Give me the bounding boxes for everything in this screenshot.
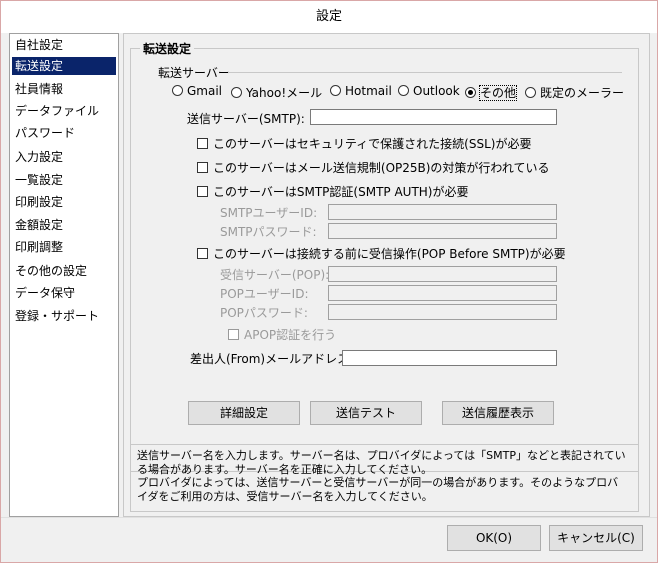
radio-circle-icon xyxy=(398,85,409,96)
radio-yahoo[interactable]: Yahoo!メール xyxy=(231,84,322,101)
cancel-button[interactable]: キャンセル(C) xyxy=(549,525,643,551)
radio-gmail[interactable]: Gmail xyxy=(172,84,222,98)
detail-settings-button[interactable]: 詳細設定 xyxy=(188,401,300,425)
radio-selected-icon xyxy=(465,87,476,98)
apop-checkbox[interactable]: APOP認証を行う xyxy=(228,326,336,343)
help-line: イダをご利用の方は、受信サーバー名を入力してください。 xyxy=(137,489,433,503)
sidebar-item-print-adjust[interactable]: 印刷調整 xyxy=(12,238,116,256)
sidebar-item-registration[interactable]: 登録・サポート xyxy=(12,307,116,325)
radio-circle-icon xyxy=(231,87,242,98)
pop-server-label: 受信サーバー(POP): xyxy=(220,268,330,282)
send-test-button[interactable]: 送信テスト xyxy=(310,401,422,425)
help-line: プロバイダによっては、送信サーバーと受信サーバーが同一の場合があります。そのよう… xyxy=(137,476,619,489)
smtp-auth-checkbox[interactable]: このサーバーはSMTP認証(SMTP AUTH)が必要 xyxy=(197,183,468,200)
smtp-user-input[interactable] xyxy=(328,204,557,220)
help-line: 送信サーバー名を入力します。サーバー名は、プロバイダによっては「SMTP」などと… xyxy=(137,449,626,462)
radio-other[interactable]: その他 xyxy=(465,84,518,101)
server-section-label: 転送サーバー xyxy=(158,66,230,80)
checkbox-icon xyxy=(197,162,208,173)
smtp-server-input[interactable] xyxy=(310,109,557,125)
radio-circle-icon xyxy=(330,85,341,96)
pop-server-input[interactable] xyxy=(328,266,557,282)
sidebar-item-company[interactable]: 自社設定 xyxy=(12,36,116,54)
pop-password-label: POPパスワード: xyxy=(220,306,308,320)
settings-dialog: 設定 自社設定 転送設定 社員情報 データファイル パスワード 入力設定 一覧設… xyxy=(0,0,658,563)
ok-button[interactable]: OK(O) xyxy=(447,525,541,551)
smtp-password-label: SMTPパスワード: xyxy=(220,225,317,239)
radio-hotmail[interactable]: Hotmail xyxy=(330,84,392,98)
checkbox-icon xyxy=(197,248,208,259)
radio-circle-icon xyxy=(172,85,183,96)
from-address-input[interactable] xyxy=(342,350,557,366)
smtp-server-label: 送信サーバー(SMTP): xyxy=(187,112,305,126)
checkbox-icon xyxy=(228,329,239,340)
send-history-button[interactable]: 送信履歴表示 xyxy=(442,401,554,425)
help-message-box: 送信サーバー名を入力します。サーバー名は、プロバイダによっては「SMTP」などと… xyxy=(130,444,639,512)
sidebar-item-transfer[interactable]: 転送設定 xyxy=(12,57,116,75)
sidebar-item-maintenance[interactable]: データ保守 xyxy=(12,284,116,302)
smtp-user-label: SMTPユーザーID: xyxy=(220,206,318,220)
sidebar-item-amount[interactable]: 金額設定 xyxy=(12,216,116,234)
sidebar-item-print[interactable]: 印刷設定 xyxy=(12,193,116,211)
op25b-checkbox[interactable]: このサーバーはメール送信規制(OP25B)の対策が行われている xyxy=(197,159,549,176)
footer-divider xyxy=(1,517,657,518)
radio-default-mailer[interactable]: 既定のメーラー xyxy=(525,84,624,101)
radio-circle-icon xyxy=(525,87,536,98)
radio-outlook[interactable]: Outlook xyxy=(398,84,460,98)
settings-sidebar: 自社設定 転送設定 社員情報 データファイル パスワード 入力設定 一覧設定 印… xyxy=(9,33,119,517)
ssl-checkbox[interactable]: このサーバーはセキュリティで保護された接続(SSL)が必要 xyxy=(197,135,531,152)
content-panel: 転送設定 転送サーバー Gmail Yahoo!メール Hotmail Outl… xyxy=(123,33,650,517)
sidebar-item-input[interactable]: 入力設定 xyxy=(12,148,116,166)
sidebar-item-employee[interactable]: 社員情報 xyxy=(12,80,116,98)
window-title: 設定 xyxy=(1,1,657,33)
group-title: 転送設定 xyxy=(140,40,195,57)
smtp-password-input[interactable] xyxy=(328,223,557,239)
section-divider xyxy=(228,72,622,73)
help-line: る場合があります。サーバー名を正確に入力してください。 xyxy=(137,462,433,476)
checkbox-icon xyxy=(197,138,208,149)
pop-user-label: POPユーザーID: xyxy=(220,287,309,301)
sidebar-item-data-file[interactable]: データファイル xyxy=(12,102,116,120)
pop-before-smtp-checkbox[interactable]: このサーバーは接続する前に受信操作(POP Before SMTP)が必要 xyxy=(197,245,566,262)
sidebar-item-list[interactable]: 一覧設定 xyxy=(12,171,116,189)
sidebar-item-password[interactable]: パスワード xyxy=(12,124,116,142)
pop-password-input[interactable] xyxy=(328,304,557,320)
from-address-label: 差出人(From)メールアドレス: xyxy=(190,352,354,366)
sidebar-item-other[interactable]: その他の設定 xyxy=(12,262,116,280)
checkbox-icon xyxy=(197,186,208,197)
pop-user-input[interactable] xyxy=(328,285,557,301)
